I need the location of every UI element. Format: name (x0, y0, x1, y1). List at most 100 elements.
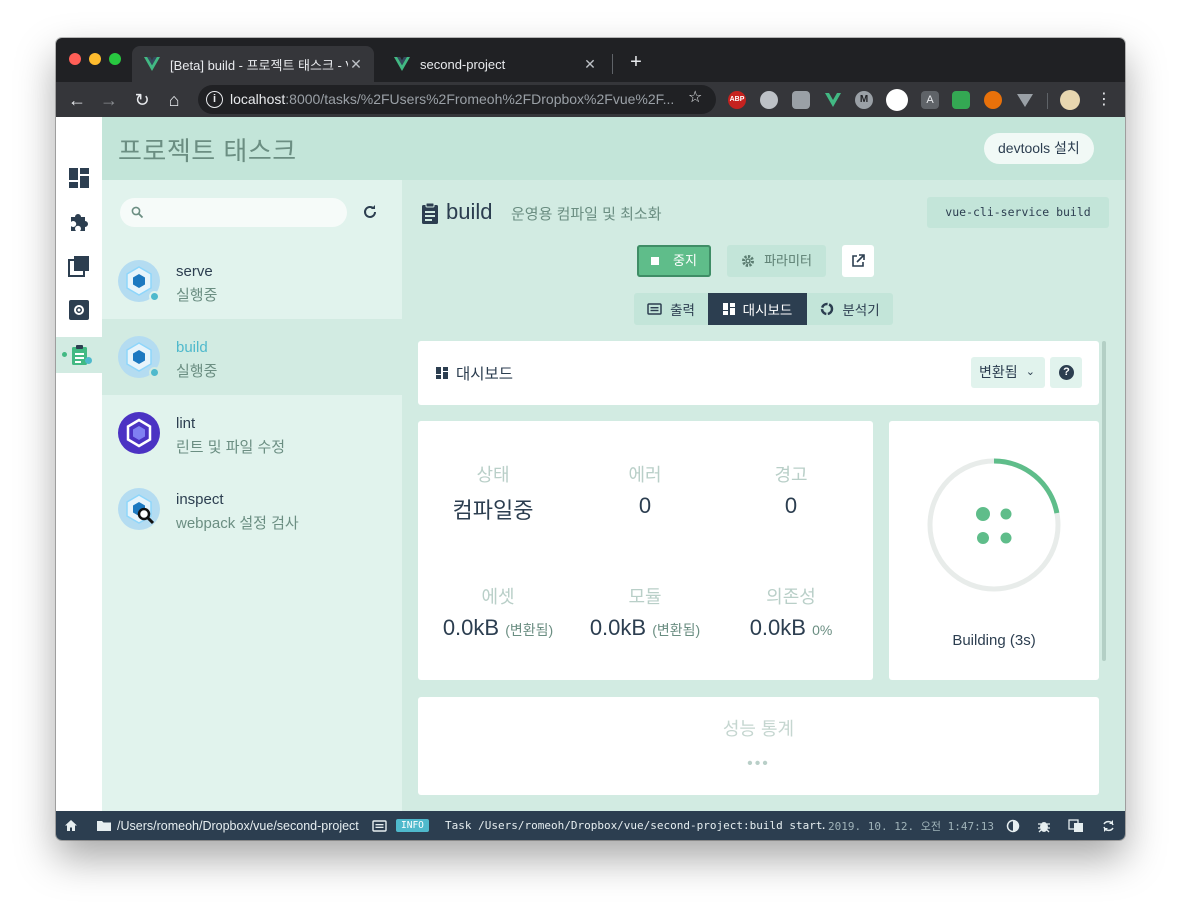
task-title: build (446, 199, 493, 224)
task-name: inspect (176, 491, 224, 508)
tab-title: [Beta] build - 프로젝트 태스크 - Vue UI (170, 57, 348, 73)
install-devtools-button[interactable]: devtools 설치 (984, 133, 1094, 164)
refresh-icon[interactable] (360, 202, 380, 222)
menu-icon[interactable]: ⋮ (1091, 87, 1117, 113)
stat-value: 0 (784, 493, 798, 518)
close-tab-icon[interactable]: ✕ (582, 56, 598, 73)
avatar[interactable] (1060, 90, 1080, 110)
shield-extension-icon[interactable] (886, 89, 908, 111)
log-level-badge: INFO (396, 811, 429, 840)
forward-icon[interactable]: → (96, 87, 122, 113)
stat-value: 0.0kB (변환됨) (589, 615, 701, 640)
parameters-button[interactable]: 파라미터 (727, 245, 826, 277)
vue-ui-app: 프로젝트 태스크 devtools 설치 serve 실행중 build 실행중 (56, 117, 1125, 811)
running-indicator-dot (85, 357, 92, 364)
scrollbar[interactable] (1102, 341, 1106, 661)
project-path-text: /Users/romeoh/Dropbox/vue/second-project (117, 818, 359, 833)
extension-icon[interactable] (760, 91, 778, 109)
tab-analyzer[interactable]: 분석기 (807, 293, 893, 325)
translate-icon[interactable] (1068, 811, 1084, 840)
browser-window: [Beta] build - 프로젝트 태스크 - Vue UI ✕ secon… (56, 38, 1125, 840)
close-tab-icon[interactable]: ✕ (348, 56, 364, 73)
vue-logo-icon (394, 57, 410, 71)
stop-task-button[interactable]: 중지 (637, 245, 711, 277)
build-progress-ring (927, 458, 1061, 592)
home-icon[interactable] (64, 811, 78, 840)
tab-strip: [Beta] build - 프로젝트 태스크 - Vue UI ✕ secon… (56, 38, 1125, 82)
stat-errors: 에러 0 (570, 461, 720, 519)
dashboard-icon[interactable] (68, 167, 90, 189)
plugins-puzzle-icon[interactable] (68, 211, 90, 233)
running-status-dot (149, 367, 160, 378)
log-message[interactable]: Task /Users/romeoh/Dropbox/vue/second-pr… (445, 811, 825, 840)
stat-warnings: 경고 0 (716, 461, 866, 519)
dark-mode-toggle-icon[interactable] (1006, 811, 1020, 840)
stop-label: 중지 (673, 253, 697, 268)
task-description: webpack 설정 검사 (176, 515, 299, 532)
minimize-window-button[interactable] (89, 53, 101, 65)
browser-tab-active[interactable]: [Beta] build - 프로젝트 태스크 - Vue UI ✕ (132, 46, 374, 82)
close-window-button[interactable] (69, 53, 81, 65)
stat-status: 상태 컴파일중 (418, 461, 568, 525)
vue-devtools-extension-icon[interactable] (824, 91, 842, 109)
page-header: 프로젝트 태스크 devtools 설치 (102, 117, 1125, 180)
stat-label: 에셋 (481, 587, 515, 607)
perf-title: 성능 통계 (722, 719, 795, 739)
download-extension-icon[interactable] (952, 91, 970, 109)
site-info-icon[interactable]: i (206, 91, 223, 108)
reload-icon[interactable]: ↻ (129, 87, 155, 113)
log-timestamp: 2019. 10. 12. 오전 1:47:13 (828, 819, 994, 833)
extension-icon[interactable] (792, 91, 810, 109)
home-icon[interactable]: ⌂ (161, 87, 187, 113)
bug-report-icon[interactable] (1037, 811, 1051, 840)
dependencies-icon[interactable] (68, 255, 90, 277)
task-item-inspect[interactable]: inspect webpack 설정 검사 (102, 471, 402, 547)
project-path[interactable]: /Users/romeoh/Dropbox/vue/second-project (96, 811, 359, 840)
url-text: localhost:8000/tasks/%2FUsers%2Fromeoh%2… (230, 91, 675, 107)
task-item-lint[interactable]: lint 린트 및 파일 수정 (102, 395, 402, 471)
tab-output[interactable]: 출력 (634, 293, 708, 325)
metamask-extension-icon[interactable] (984, 91, 1002, 109)
build-stats-card: 상태 컴파일중 에러 0 경고 0 에셋 0.0kB (변환됨) 모듈 0.0k… (418, 421, 873, 680)
extension-icon[interactable]: M (855, 91, 873, 109)
config-gear-icon[interactable] (68, 299, 90, 321)
browser-tab[interactable]: second-project ✕ (382, 46, 608, 82)
folder-icon (97, 820, 111, 831)
tab-separator (612, 54, 613, 74)
stat-dependencies: 의존성 0.0kB 0% (716, 583, 866, 641)
status-bar: /Users/romeoh/Dropbox/vue/second-project… (56, 811, 1125, 840)
extension-icon[interactable]: A (921, 91, 939, 109)
task-name: lint (176, 415, 196, 432)
task-name: build (176, 339, 208, 356)
running-status-dot (149, 291, 160, 302)
browser-toolbar: ← → ↻ ⌂ i localhost:8000/tasks/%2FUsers%… (56, 82, 1125, 117)
stat-value: 0.0kB (변환됨) (442, 615, 554, 640)
console-log-icon[interactable] (372, 811, 387, 840)
adblock-extension-icon[interactable]: ABP (728, 91, 746, 109)
task-description: 운영용 컴파일 및 최소화 (511, 206, 662, 223)
help-button[interactable]: ? (1050, 357, 1082, 388)
chevron-down-icon: ⌄ (1025, 366, 1035, 378)
task-search-input[interactable] (120, 198, 347, 227)
extension-icon[interactable] (1016, 91, 1034, 109)
bookmark-star-icon[interactable]: ☆ (688, 87, 702, 107)
open-external-button[interactable] (842, 245, 874, 277)
refresh-icon[interactable] (1101, 811, 1116, 840)
tab-output-label: 출력 (670, 303, 695, 318)
tab-title: second-project (420, 56, 506, 72)
tab-dashboard[interactable]: 대시보드 (708, 293, 807, 325)
parameters-label: 파라미터 (764, 253, 812, 268)
task-item-serve[interactable]: serve 실행중 (102, 243, 402, 319)
performance-stats-card: 성능 통계 ••• (418, 697, 1099, 795)
zoom-window-button[interactable] (109, 53, 121, 65)
task-item-build[interactable]: build 실행중 (102, 319, 402, 395)
webpack-inspect-icon (118, 488, 160, 530)
open-external-icon (852, 254, 865, 267)
new-tab-icon[interactable]: + (624, 50, 648, 74)
page-title: 프로젝트 태스크 (118, 136, 297, 166)
address-bar[interactable]: i localhost:8000/tasks/%2FUsers%2Fromeoh… (198, 85, 716, 114)
back-icon[interactable]: ← (64, 87, 90, 113)
size-mode-dropdown[interactable]: 변환됨 ⌄ (971, 357, 1045, 388)
loading-dots: ••• (747, 755, 770, 772)
clipboard-icon (422, 202, 438, 224)
